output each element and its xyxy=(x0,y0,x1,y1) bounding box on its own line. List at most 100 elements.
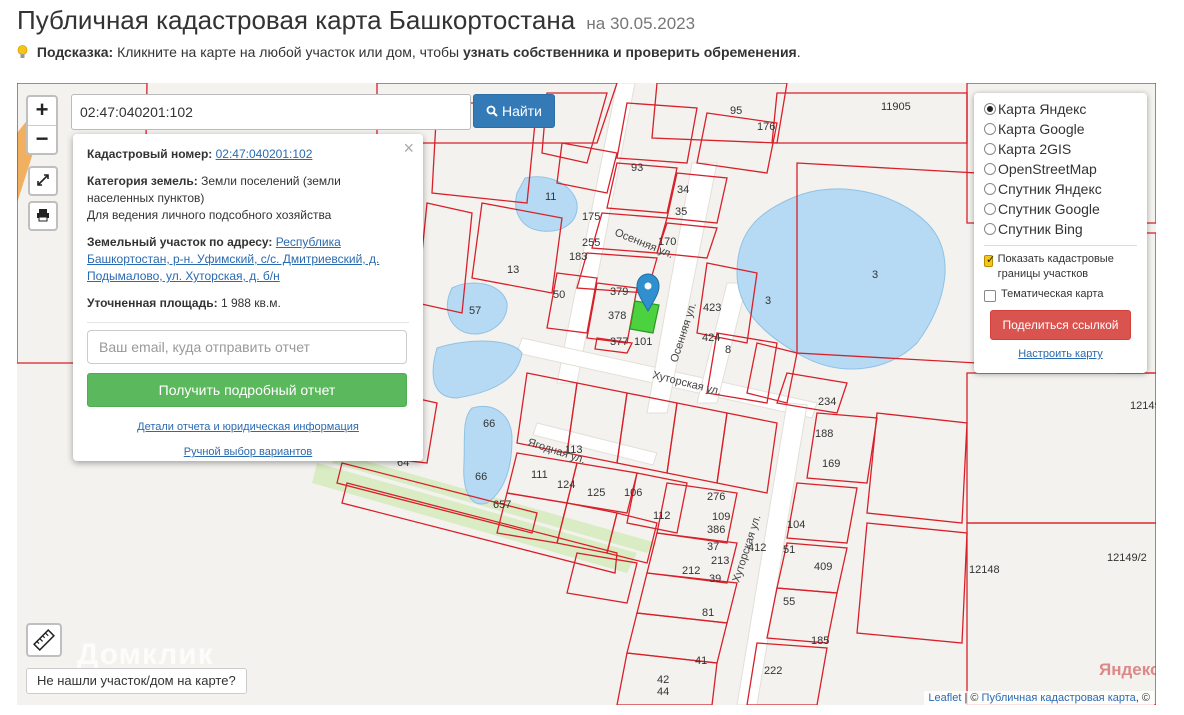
cadastral-map-link[interactable]: Публичная кадастровая карта xyxy=(982,692,1136,704)
cadastral-search-input[interactable]: 02:47:040201:102 xyxy=(71,94,471,130)
parcel-label: 212 xyxy=(682,565,700,577)
hint-line: Подсказка: Кликните на карте на любой уч… xyxy=(17,44,801,60)
layer-option-label: OpenStreetMap xyxy=(998,161,1097,177)
share-link-button[interactable]: Поделиться ссылкой xyxy=(990,310,1131,340)
parcel-label: 35 xyxy=(675,206,687,218)
radio-icon xyxy=(984,223,996,235)
manual-selection-link[interactable]: Ручной выбор вариантов xyxy=(87,446,409,458)
parcel-label: 12149/2 xyxy=(1107,552,1147,564)
radio-icon xyxy=(984,143,996,155)
zoom-out-button[interactable]: − xyxy=(28,125,56,153)
parcel-label: 12149 xyxy=(1130,400,1156,412)
parcel-label: 124 xyxy=(557,479,575,491)
parcel-label: 379 xyxy=(610,286,628,298)
parcel-label: 37 xyxy=(707,541,719,553)
divider xyxy=(984,245,1137,246)
land-category-label: Категория земель: xyxy=(87,174,198,188)
expand-icon xyxy=(37,174,49,186)
measure-button[interactable] xyxy=(26,623,62,657)
parcel-info-popup: × Кадастровый номер: 02:47:040201:102 Ка… xyxy=(73,134,423,461)
parcel-label: 185 xyxy=(811,635,829,647)
parcel-label: 42 xyxy=(657,674,669,686)
page-title-date: на 30.05.2023 xyxy=(586,14,696,33)
parcel-label: 109 xyxy=(712,511,730,523)
parcel-label: 657 xyxy=(493,499,511,511)
hint-end: . xyxy=(796,44,801,60)
radio-icon xyxy=(984,163,996,175)
parcel-label: 50 xyxy=(553,289,565,301)
parcel-label: 377 xyxy=(610,336,628,348)
page-title: Публичная кадастровая карта Башкортостан… xyxy=(17,5,695,36)
cadastral-number-label: Кадастровый номер: xyxy=(87,147,213,161)
parcel-label: 93 xyxy=(631,162,643,174)
radio-icon xyxy=(984,103,996,115)
parcel-label: 12148 xyxy=(969,564,1000,576)
find-button[interactable]: Найти xyxy=(473,94,555,128)
parcel-label: 11 xyxy=(545,191,556,203)
parcel-label: 176 xyxy=(757,121,775,133)
zoom-in-button[interactable]: + xyxy=(28,97,56,125)
parcel-label: 11905 xyxy=(881,101,911,113)
parcel-label: 41 xyxy=(695,655,707,667)
not-found-button[interactable]: Не нашли участок/дом на карте? xyxy=(26,668,247,694)
find-button-label: Найти xyxy=(501,103,542,119)
parcel-label: 44 xyxy=(657,686,669,698)
layer-option-label: Карта Яндекс xyxy=(998,101,1087,117)
email-field[interactable]: Ваш email, куда отправить отчет xyxy=(87,330,407,364)
configure-map-link[interactable]: Настроить карту xyxy=(984,348,1137,360)
fullscreen-button[interactable] xyxy=(28,166,58,196)
parcel-label: 39 xyxy=(709,573,721,585)
layer-option-yandex-satellite[interactable]: Спутник Яндекс xyxy=(984,179,1137,199)
parcel-label: 8 xyxy=(725,344,731,356)
checkbox-icon xyxy=(984,253,995,268)
layer-option-2gis-map[interactable]: Карта 2GIS xyxy=(984,139,1137,159)
parcel-label: 106 xyxy=(624,487,642,499)
parcel-label: 255 xyxy=(582,237,600,249)
search-icon xyxy=(486,105,498,117)
parcel-label: 424 xyxy=(702,332,720,344)
radio-icon xyxy=(984,203,996,215)
radio-icon xyxy=(984,183,996,195)
print-button[interactable] xyxy=(28,201,58,231)
parcel-label: 34 xyxy=(677,184,689,196)
cadastral-map[interactable]: 11905 3 3 11 57 66 66 64 657 12148 12149… xyxy=(17,83,1156,705)
show-borders-checkbox[interactable]: Показать кадастровые границы участков xyxy=(984,252,1137,282)
leaflet-link[interactable]: Leaflet xyxy=(928,692,961,704)
printer-icon xyxy=(37,209,49,222)
parcel-label: 13 xyxy=(507,264,519,276)
layer-option-label: Карта 2GIS xyxy=(998,141,1072,157)
parcel-label: 55 xyxy=(783,596,795,608)
checkbox-icon xyxy=(984,290,996,302)
parcel-label: 101 xyxy=(634,336,652,348)
address-label: Земельный участок по адресу: xyxy=(87,235,273,249)
ruler-icon xyxy=(33,629,55,651)
parcel-label: 213 xyxy=(711,555,729,567)
cadastral-number-link[interactable]: 02:47:040201:102 xyxy=(216,147,313,161)
attribution-end: , © xyxy=(1135,692,1150,704)
layer-option-google-satellite[interactable]: Спутник Google xyxy=(984,199,1137,219)
thematic-map-checkbox[interactable]: Тематическая карта xyxy=(984,287,1137,302)
parcel-label: 423 xyxy=(703,302,721,314)
show-borders-label: Показать кадастровые границы участков xyxy=(997,253,1114,280)
parcel-label: 66 xyxy=(483,418,495,430)
get-report-button[interactable]: Получить подробный отчет xyxy=(87,373,407,407)
layer-option-google-map[interactable]: Карта Google xyxy=(984,119,1137,139)
parcel-label: 66 xyxy=(475,471,487,483)
area-label: Уточненная площадь: xyxy=(87,296,218,310)
layer-option-bing-satellite[interactable]: Спутник Bing xyxy=(984,219,1137,239)
parcel-label: 234 xyxy=(818,396,836,408)
layer-switcher: Карта Яндекс Карта Google Карта 2GIS Ope… xyxy=(974,93,1147,373)
hint-text: Кликните на карте на любой участок или д… xyxy=(117,44,460,60)
close-icon[interactable]: × xyxy=(403,138,414,159)
layer-option-osm[interactable]: OpenStreetMap xyxy=(984,159,1137,179)
area-value: 1 988 кв.м. xyxy=(220,296,281,310)
thematic-map-label: Тематическая карта xyxy=(1001,288,1104,300)
parcel-label: 3 xyxy=(765,295,771,307)
divider xyxy=(87,322,409,323)
parcel-label: 111 xyxy=(531,469,548,481)
report-details-link[interactable]: Детали отчета и юридическая информация xyxy=(87,421,409,433)
parcel-label: 378 xyxy=(608,310,626,322)
parcel-label: 222 xyxy=(764,665,782,677)
layer-option-label: Карта Google xyxy=(998,121,1085,137)
layer-option-yandex-map[interactable]: Карта Яндекс xyxy=(984,99,1137,119)
